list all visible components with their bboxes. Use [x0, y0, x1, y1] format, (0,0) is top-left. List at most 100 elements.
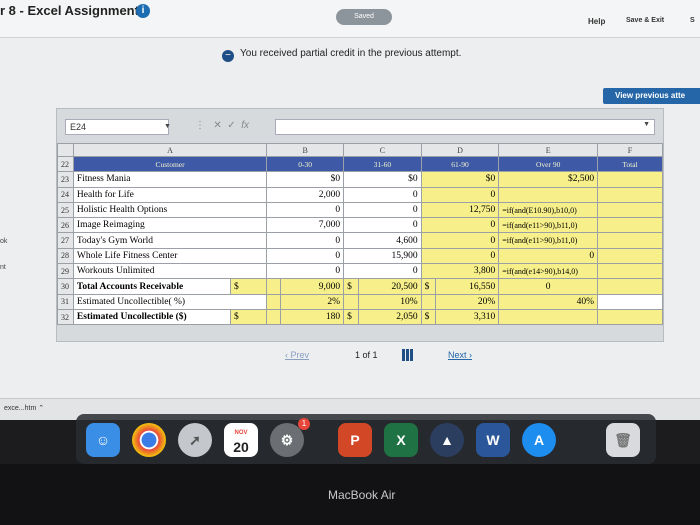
cell[interactable]: Workouts Unlimited	[72, 263, 268, 280]
cell[interactable]: 2,000	[266, 186, 345, 203]
confirm-icon[interactable]: ✓	[227, 120, 235, 131]
cell[interactable]: 3,800	[420, 263, 500, 280]
header-cell[interactable]: 61-90	[420, 155, 500, 173]
prev-page-link[interactable]: ‹ Prev	[285, 350, 309, 360]
formula-cell[interactable]: =if(and(E10.90),b10,0)	[498, 201, 599, 219]
save-exit-button[interactable]: Save & Exit	[626, 17, 664, 24]
cell[interactable]: Estimated Uncollectible ($)	[72, 308, 231, 326]
cell[interactable]: Estimated Uncollectible( %)	[72, 293, 268, 310]
cell[interactable]	[597, 293, 663, 310]
cell[interactable]: $0	[343, 171, 422, 188]
row-number[interactable]: 27	[57, 232, 74, 249]
cell[interactable]: $	[420, 308, 437, 326]
column-header[interactable]: F	[597, 143, 663, 157]
cell[interactable]	[266, 293, 282, 310]
cancel-icon[interactable]: ✕	[213, 120, 221, 131]
header-cell[interactable]: Over 90	[498, 155, 599, 173]
cell[interactable]: 20,500	[357, 278, 422, 295]
formula-cell[interactable]: =if(and(e11>90),b11,0)	[498, 217, 599, 234]
grid-view-icon[interactable]	[402, 349, 414, 361]
formula-bar[interactable]: ▼	[275, 119, 655, 135]
cell[interactable]	[343, 293, 359, 310]
function-icon[interactable]: fx	[241, 120, 249, 131]
app-store-icon[interactable]: A	[522, 423, 556, 457]
row-number[interactable]: 22	[57, 155, 74, 173]
cell[interactable]	[498, 308, 599, 326]
formula-cell[interactable]: =if(and(e14>90),b14,0)	[498, 263, 599, 280]
cell[interactable]: $	[229, 278, 268, 295]
header-cell[interactable]: 31-60	[343, 155, 422, 173]
cell[interactable]: 7,000	[266, 217, 345, 234]
header-cell[interactable]: Total	[597, 155, 663, 173]
row-number[interactable]: 28	[57, 247, 74, 265]
cell[interactable]: $0	[266, 171, 345, 188]
cell[interactable]: Holistic Health Options	[72, 201, 268, 219]
cell[interactable]: 0	[498, 278, 599, 295]
cell[interactable]: $	[229, 308, 268, 326]
cell[interactable]: 0	[343, 186, 422, 203]
chrome-icon[interactable]	[132, 423, 166, 457]
header-cell[interactable]: Customer	[72, 155, 268, 173]
cell[interactable]: 20%	[435, 293, 500, 310]
cell[interactable]: $2,500	[498, 171, 599, 188]
column-header[interactable]: D	[420, 143, 500, 157]
chevron-down-icon[interactable]: ▼	[643, 121, 650, 128]
cell[interactable]: Health for Life	[72, 186, 268, 203]
header-cell[interactable]: 0-30	[266, 155, 345, 173]
corner-cell[interactable]	[57, 143, 74, 157]
column-header[interactable]: E	[498, 143, 599, 157]
row-number[interactable]: 29	[57, 263, 74, 280]
chevron-down-icon[interactable]: ▼	[164, 120, 171, 134]
cell[interactable]	[597, 171, 663, 188]
cell[interactable]	[266, 308, 282, 326]
cell[interactable]: 0	[420, 186, 500, 203]
download-item[interactable]: exce...htm ⌃	[4, 404, 44, 412]
cell[interactable]	[597, 201, 663, 219]
cell[interactable]: 0	[343, 263, 422, 280]
column-header[interactable]: B	[266, 143, 345, 157]
name-box[interactable]: E24 ▼	[65, 119, 171, 135]
finder-icon[interactable]: ☺	[86, 423, 120, 457]
cell[interactable]: $	[343, 278, 359, 295]
cell[interactable]: $0	[420, 171, 500, 188]
cell[interactable]: 0	[343, 201, 422, 219]
cell[interactable]: 40%	[498, 293, 599, 310]
cell[interactable]: 10%	[357, 293, 422, 310]
cell[interactable]	[498, 186, 599, 203]
word-icon[interactable]: W	[476, 423, 510, 457]
view-previous-attempt-button[interactable]: View previous atte	[603, 88, 700, 104]
cell[interactable]: 0	[343, 217, 422, 234]
cell[interactable]: Total Accounts Receivable	[72, 278, 231, 295]
row-number[interactable]: 26	[57, 217, 74, 234]
cell[interactable]	[597, 232, 663, 249]
submit-button-cut[interactable]: S	[690, 17, 695, 24]
cell[interactable]	[597, 186, 663, 203]
cell[interactable]: 0	[266, 247, 345, 265]
column-header[interactable]: C	[343, 143, 422, 157]
cell[interactable]: 16,550	[435, 278, 500, 295]
launchpad-icon[interactable]: ➚	[178, 423, 212, 457]
cell[interactable]: 0	[420, 217, 500, 234]
cell[interactable]: 0	[420, 232, 500, 249]
calendar-icon[interactable]: NOV 20	[224, 423, 258, 457]
cell[interactable]: 0	[266, 263, 345, 280]
excel-icon[interactable]: X	[384, 423, 418, 457]
row-number[interactable]: 23	[57, 171, 74, 188]
help-link[interactable]: Help	[588, 17, 605, 26]
cell[interactable]: 2,050	[357, 308, 422, 326]
cell[interactable]: 0	[420, 247, 500, 265]
row-number[interactable]: 25	[57, 201, 74, 219]
cell[interactable]: Image Reimaging	[72, 217, 268, 234]
cell[interactable]	[597, 308, 663, 326]
cell[interactable]: 4,600	[343, 232, 422, 249]
cell[interactable]: 0	[266, 232, 345, 249]
cell[interactable]: 0	[498, 247, 599, 265]
cell[interactable]: Today's Gym World	[72, 232, 268, 249]
cell[interactable]: Whole Life Fitness Center	[72, 247, 268, 265]
row-number[interactable]: 24	[57, 186, 74, 203]
row-number[interactable]: 32	[57, 308, 74, 326]
next-page-link[interactable]: Next ›	[448, 350, 472, 360]
mojave-icon[interactable]: ▲	[430, 423, 464, 457]
cell[interactable]	[266, 278, 282, 295]
cell[interactable]: 180	[280, 308, 345, 326]
